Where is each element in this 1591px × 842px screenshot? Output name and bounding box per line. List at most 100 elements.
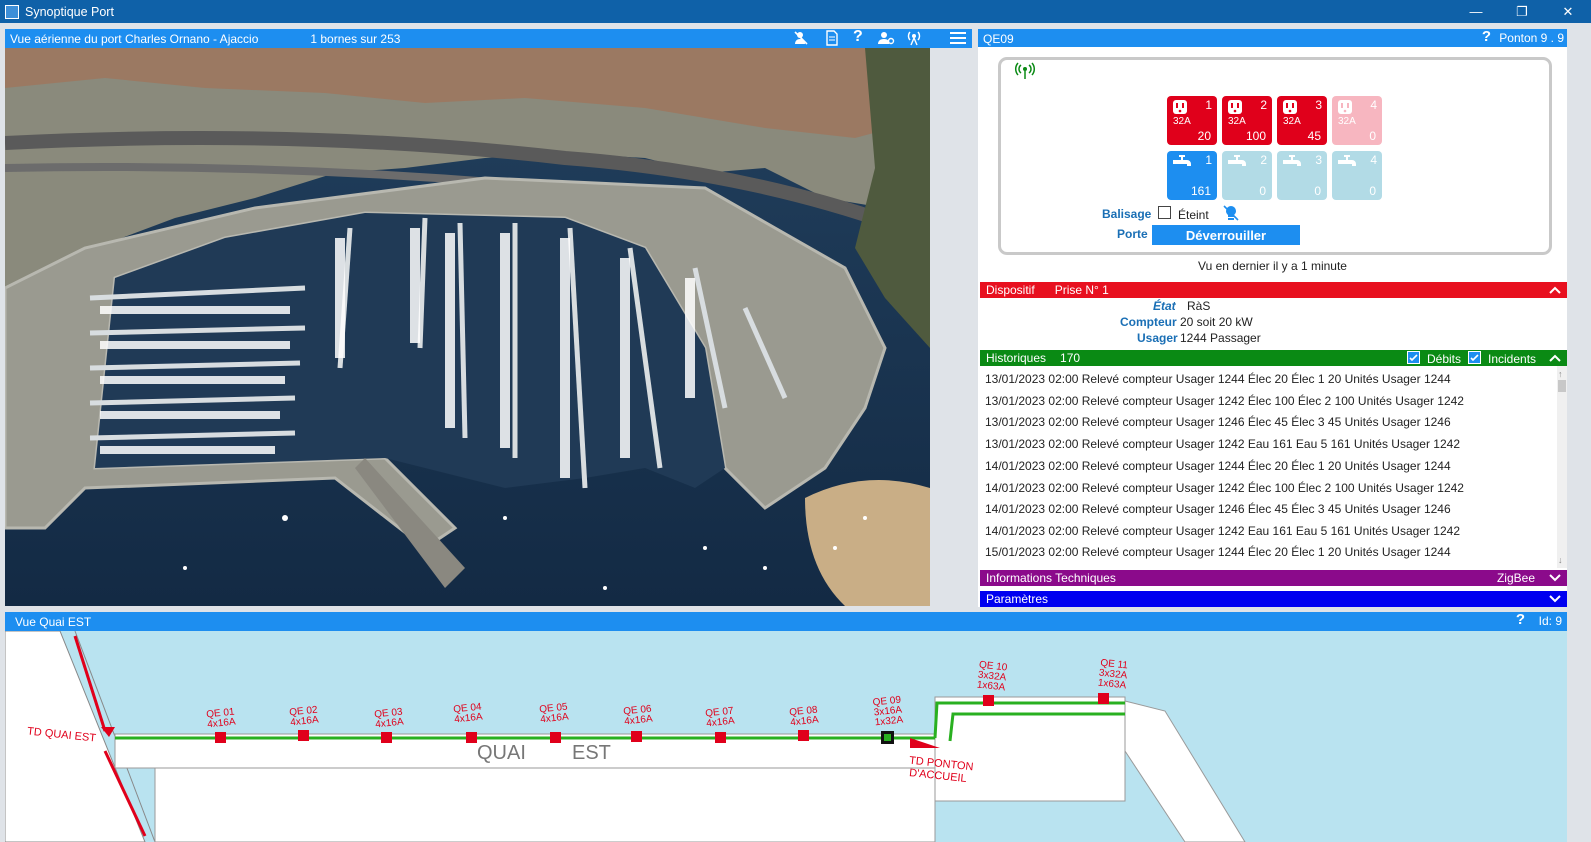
incidents-checkbox[interactable]	[1468, 351, 1481, 364]
socket-tile-4[interactable]: 4 32A 0	[1332, 96, 1382, 145]
help-icon[interactable]: ?	[853, 29, 863, 46]
chevron-down-icon[interactable]	[1548, 571, 1562, 588]
menu-icon[interactable]	[949, 30, 967, 48]
history-row: 13/01/2023 02:00 Relevé compteur Usager …	[985, 394, 1464, 408]
terminal-label-qe06: QE 06 4x16A	[620, 704, 656, 728]
historiques-header[interactable]: Historiques 170 Débits Incidents	[980, 350, 1567, 366]
socket-tile-1[interactable]: 1 32A 20	[1167, 96, 1217, 145]
maximize-button[interactable]: ❐	[1499, 0, 1545, 23]
user-settings-icon[interactable]	[877, 30, 895, 48]
history-row: 13/01/2023 02:00 Relevé compteur Usager …	[985, 437, 1460, 451]
quai-schematic[interactable]: TD QUAI EST QUAI EST TD PONTON D'ACCUEIL…	[5, 631, 1567, 842]
tap-value: 0	[1369, 184, 1376, 198]
quai-panel-header: Vue Quai EST ? Id: 9	[5, 612, 1567, 631]
aerial-port-map[interactable]	[5, 48, 930, 606]
tap-value: 0	[1314, 184, 1321, 198]
aerial-port-image	[5, 48, 930, 606]
balisage-checkbox[interactable]	[1158, 206, 1171, 219]
terminal-marker-qe10[interactable]	[983, 695, 994, 706]
user-off-icon[interactable]	[793, 30, 809, 48]
socket-amperage: 32A	[1228, 116, 1246, 127]
terminal-marker-qe01[interactable]	[215, 732, 226, 743]
aerial-panel-header: Vue aérienne du port Charles Ornano - Aj…	[5, 29, 972, 48]
terminal-marker-qe05[interactable]	[550, 732, 561, 743]
history-scrollbar[interactable]: ↑ ↓	[1557, 366, 1567, 568]
terminal-label-qe09: QE 09 3x16A 1x32A	[870, 695, 907, 729]
terminal-label-qe10: QE 10 3x32A 1x63A	[974, 660, 1011, 694]
terminal-marker-qe06[interactable]	[631, 731, 642, 742]
dispositif-header[interactable]: Dispositif Prise N° 1	[980, 282, 1567, 298]
porte-label: Porte	[1117, 227, 1148, 241]
terminal-label-qe01: QE 01 4x16A	[203, 707, 239, 731]
device-id: QE09	[983, 31, 1014, 46]
terminal-label-qe08: QE 08 4x16A	[786, 705, 822, 729]
quai-word-1: QUAI	[477, 742, 526, 764]
tap-tile-2[interactable]: 2 0	[1222, 151, 1272, 200]
terminal-label-qe05: QE 05 4x16A	[536, 702, 572, 726]
tap-number: 1	[1205, 153, 1212, 167]
socket-number: 3	[1315, 98, 1322, 112]
history-row: 13/01/2023 02:00 Relevé compteur Usager …	[985, 415, 1451, 429]
tap-tile-1[interactable]: 1 161	[1167, 151, 1217, 200]
terminal-marker-qe02[interactable]	[298, 730, 309, 741]
chevron-down-icon[interactable]	[1548, 592, 1562, 609]
terminal-marker-qe11[interactable]	[1098, 693, 1109, 704]
terminal-label-qe07: QE 07 4x16A	[702, 706, 738, 730]
etat-label: État	[1153, 299, 1176, 313]
window-titlebar: Synoptique Port — ❐ ✕	[0, 0, 1591, 23]
socket-number: 4	[1370, 98, 1377, 112]
history-row: 14/01/2023 02:00 Relevé compteur Usager …	[985, 524, 1460, 538]
debits-checkbox[interactable]	[1407, 351, 1420, 364]
tap-tile-4[interactable]: 4 0	[1332, 151, 1382, 200]
tap-value: 161	[1190, 184, 1211, 198]
prise-number: Prise N° 1	[1054, 283, 1109, 297]
tap-tile-3[interactable]: 3 0	[1277, 151, 1327, 200]
socket-tile-3[interactable]: 3 32A 45	[1277, 96, 1327, 145]
socket-number: 2	[1260, 98, 1267, 112]
window-title: Synoptique Port	[25, 4, 114, 19]
history-row: 14/01/2023 02:00 Relevé compteur Usager …	[985, 459, 1451, 473]
minimize-button[interactable]: —	[1453, 0, 1499, 23]
protocol-label: ZigBee	[1496, 571, 1535, 585]
etat-value: RàS	[1187, 299, 1211, 313]
tap-number: 3	[1315, 153, 1322, 167]
unlock-button[interactable]: Déverrouiller	[1152, 225, 1300, 245]
history-row: 14/01/2023 02:00 Relevé compteur Usager …	[985, 481, 1464, 495]
aerial-panel-title: Vue aérienne du port Charles Ornano - Aj…	[10, 31, 259, 46]
socket-amperage: 32A	[1173, 116, 1191, 127]
socket-amperage: 32A	[1338, 116, 1356, 127]
quai-id: Id: 9	[1538, 614, 1562, 628]
terminal-count: 1 bornes sur 253	[310, 31, 401, 46]
document-icon[interactable]	[825, 30, 839, 48]
device-card: 1 32A 20 2 32A 100 3 32A 45 4 32A 0 1 16…	[998, 57, 1552, 255]
socket-amperage: 32A	[1283, 116, 1301, 127]
parametres-title: Paramètres	[986, 592, 1049, 606]
dispositif-details: État RàS Compteur 20 soit 20 kW Usager 1…	[980, 298, 1567, 347]
usager-value: 1244 Passager	[1180, 331, 1261, 345]
infos-tech-header[interactable]: Informations Techniques ZigBee	[980, 570, 1567, 586]
terminal-marker-qe08[interactable]	[798, 730, 809, 741]
terminal-label-qe11: QE 11 3x32A 1x63A	[1095, 658, 1132, 692]
close-button[interactable]: ✕	[1545, 0, 1591, 23]
scroll-up-icon[interactable]: ↑	[1558, 369, 1563, 379]
parametres-header[interactable]: Paramètres	[980, 591, 1567, 607]
dispositif-title: Dispositif	[986, 283, 1035, 297]
window-controls: — ❐ ✕	[1453, 0, 1591, 23]
scroll-down-icon[interactable]: ↓	[1558, 555, 1563, 565]
terminal-marker-qe09[interactable]	[881, 731, 894, 744]
socket-value: 20	[1197, 129, 1211, 143]
device-help-icon[interactable]: ?	[1482, 29, 1491, 45]
quai-panel-title: Vue Quai EST	[15, 614, 92, 629]
scroll-thumb[interactable]	[1558, 380, 1566, 392]
water-tap-icon	[1227, 154, 1249, 173]
water-tap-icon	[1282, 154, 1304, 173]
quai-help-icon[interactable]: ?	[1516, 612, 1525, 628]
antenna-icon[interactable]	[905, 30, 923, 48]
quai-word-2: EST	[572, 742, 611, 764]
socket-tile-2[interactable]: 2 32A 100	[1222, 96, 1272, 145]
terminal-marker-qe07[interactable]	[715, 732, 726, 743]
terminal-marker-qe04[interactable]	[466, 732, 477, 743]
compteur-label: Compteur	[1120, 315, 1177, 329]
historiques-count: 170	[1060, 351, 1081, 365]
terminal-marker-qe03[interactable]	[381, 732, 392, 743]
